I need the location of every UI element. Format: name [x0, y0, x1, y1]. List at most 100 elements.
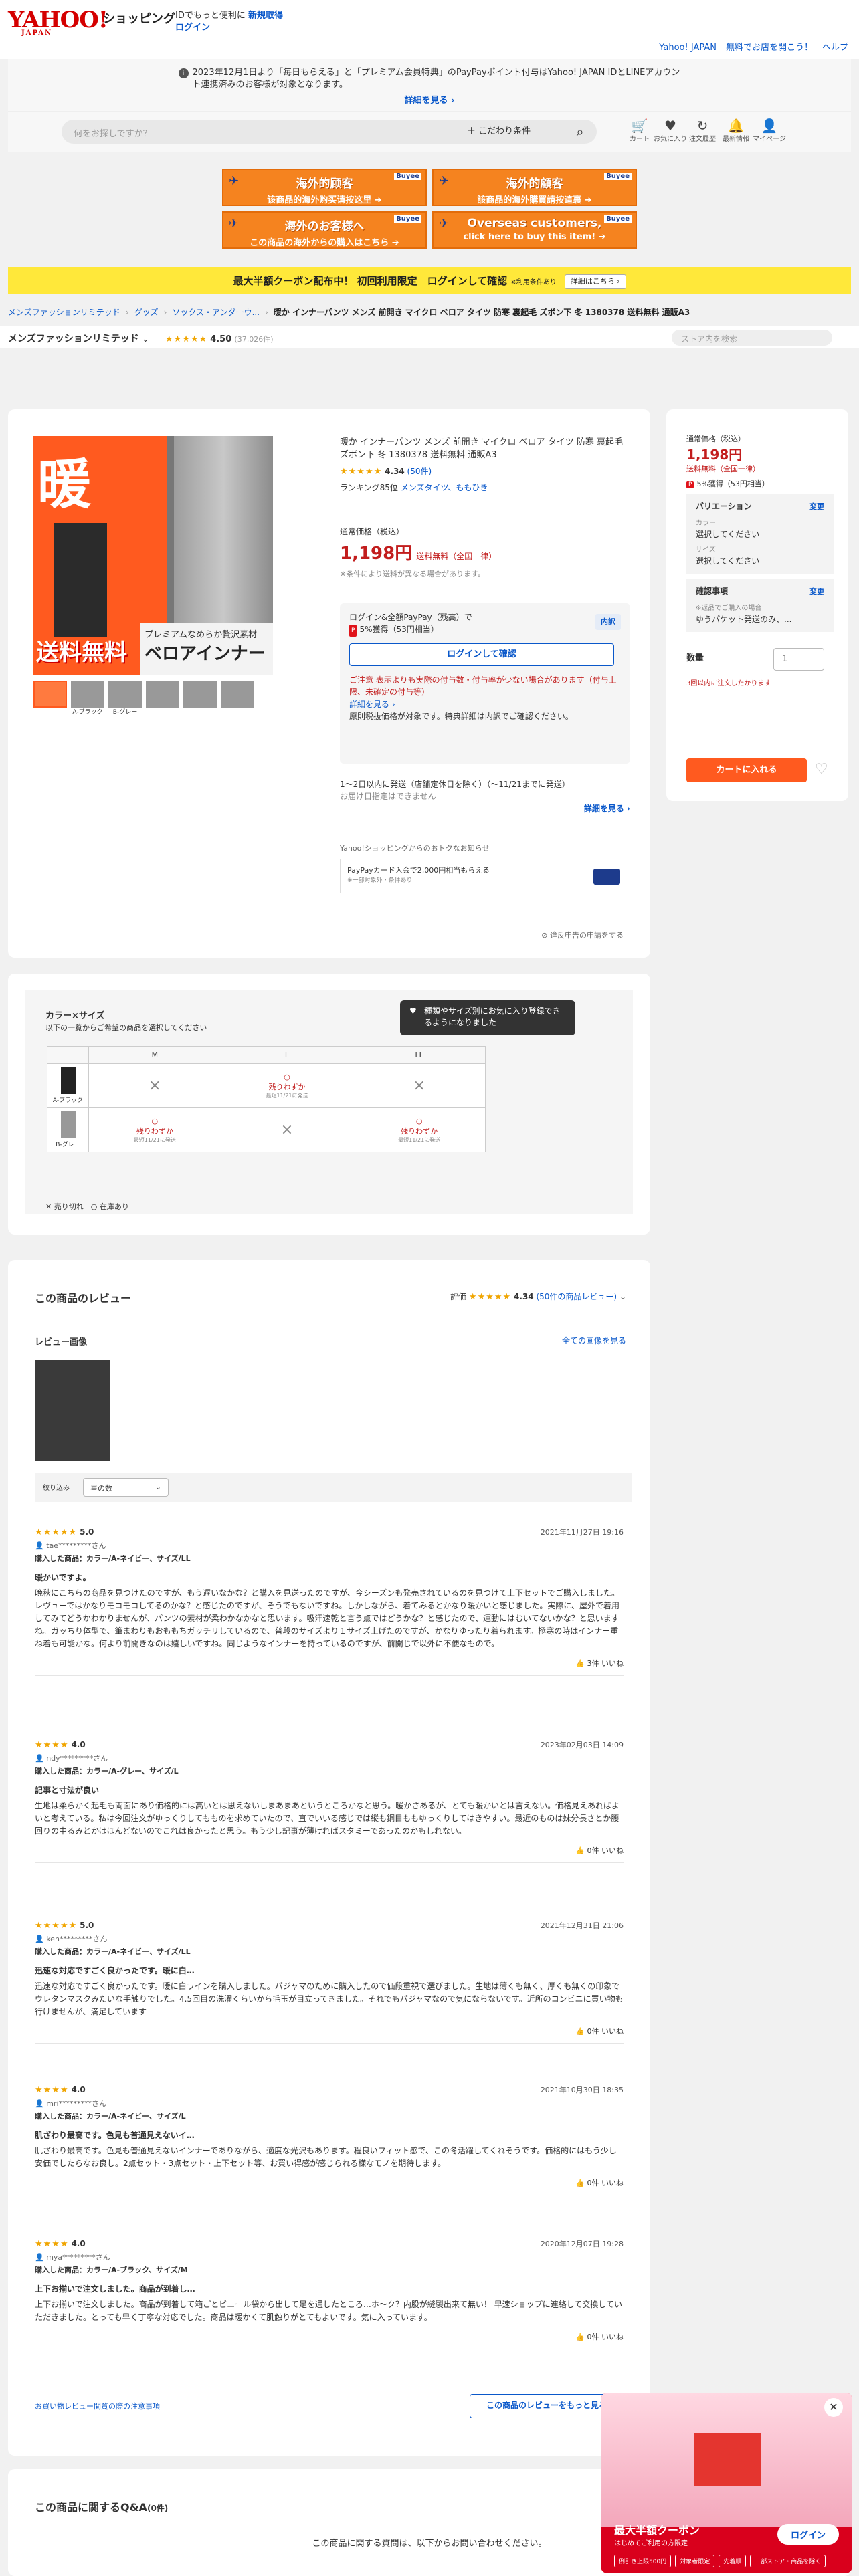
paypay-badge-icon: P — [686, 481, 694, 488]
ship-note: 最短11/21に発送 — [398, 1136, 441, 1143]
store-bar: メンズファッションリミテッド ⌄ ★★★★★ 4.50 (37,026件) ストア… — [0, 326, 859, 348]
like-button[interactable]: 👍 0件 いいね — [35, 2177, 624, 2189]
overseas-banner[interactable]: ✈ Buyee 海外的顾客 该商品的海外购买请按这里 ➔ — [222, 169, 427, 206]
review-user: 👤 tae*********さん — [35, 1541, 106, 1550]
breadcrumb: メンズファッションリミテッド › グッズ › ソックス・アンダーウ... › 暖か インナー… — [8, 306, 851, 318]
reviews-summary[interactable]: 評価 ★★★★★ 4.34 (50件の商品レビュー) ⌄ — [450, 1291, 626, 1302]
close-icon[interactable]: ✕ — [824, 2398, 843, 2417]
search-icon[interactable]: ⌕ — [563, 120, 597, 144]
variation-box[interactable]: バリエーション 変更 カラー 選択してください サイズ 選択してください — [686, 494, 834, 574]
review-image[interactable] — [35, 1360, 110, 1461]
qa-title: この商品に関するQ&A(0件) — [35, 2498, 168, 2514]
thumbnail[interactable] — [183, 681, 217, 708]
chip: 対象者限定 — [675, 2555, 715, 2567]
summary-count[interactable]: (50件の商品レビュー) — [536, 1292, 617, 1301]
coupon-detail-button[interactable]: 詳細はこちら › — [564, 274, 626, 289]
review-score: 5.0 — [80, 1527, 94, 1537]
yahoo-logo[interactable]: YAHOO! JAPAN — [8, 7, 108, 37]
review-title: 記事と寸法が良い — [35, 1786, 100, 1795]
review-body: 晩秋にこちらの商品を見つけたのですが、もう遅いなかな？と購入を見送ったのですが、… — [35, 1588, 619, 1648]
site-name[interactable]: ショッピング — [103, 9, 175, 27]
color-value: 選択してください — [696, 530, 760, 539]
thumbnail[interactable] — [33, 681, 67, 708]
color-row-label: A-ブラック — [47, 1063, 89, 1108]
size-cell[interactable]: ○ 残りわずか 最短11/21に発送 — [88, 1107, 221, 1152]
size-cell[interactable]: ○ 残りわずか 最短11/21に発送 — [353, 1107, 486, 1152]
overseas-banner[interactable]: ✈ Buyee 海外のお客様へ この商品の海外からの購入はこちら ➔ — [222, 211, 427, 249]
plane-icon: ✈ — [229, 174, 240, 188]
qa-count: (0件) — [147, 2504, 169, 2513]
popup-sub: はじめてご利用の方限定 — [614, 2540, 688, 2547]
qa-title-text: この商品に関するQ&A — [35, 2501, 147, 2514]
shipping-info: 1〜2日以内に発送（店舗定休日を除く）（〜11/21までに発送） お届け日指定はで… — [340, 778, 630, 802]
like-count: 3件 いいね — [587, 1659, 624, 1668]
nav-history[interactable]: ↻ 注文履歴 — [684, 118, 721, 143]
nav-label: 最新情報 — [723, 136, 749, 143]
purchase-sidebar: 通常価格（税込） 1,198円 送料無料（全国一律） P 5%獲得（53円相当） … — [666, 409, 848, 801]
variation-header: バリエーション 変更 — [696, 501, 824, 512]
like-button[interactable]: 👍 0件 いいね — [35, 2025, 624, 2038]
notice-more-link[interactable]: 詳細を見る › — [8, 95, 851, 107]
filter-button[interactable]: ＋ こだわり条件 — [467, 120, 531, 144]
like-button[interactable]: 👍 3件 いいね — [35, 1657, 624, 1670]
register-link[interactable]: 新規取得 — [248, 11, 283, 21]
thumbnail[interactable] — [221, 681, 254, 708]
popup-chips: 例引き上限500円 対象者限定 先着順 一部ストア・商品を除く — [614, 2555, 826, 2567]
thumbnail[interactable] — [146, 681, 179, 708]
ranking: ランキング85位 メンズタイツ、ももひき — [340, 481, 488, 493]
store-review-count[interactable]: (37,026件) — [234, 335, 273, 344]
coupon-bar[interactable]: 最大半額クーポン配布中！ 初回利用限定 ログインして確認 ※利用条件あり 詳細はこ… — [8, 267, 851, 294]
header-links: Yahoo! JAPAN 無料でお店を開こう！ ヘルプ — [650, 40, 848, 53]
review-count-link[interactable]: (50件) — [407, 467, 432, 476]
like-button[interactable]: 👍 0件 いいね — [35, 1844, 624, 1857]
product-image[interactable]: 暖 送料無料 プレミアムなめらか贅沢素材 ベロアインナー — [33, 436, 273, 675]
ranking-category-link[interactable]: メンズタイツ、ももひき — [401, 483, 488, 492]
price-block: 通常価格（税込） 1,198円 送料無料（全国一律） ※条件により送料が異なる場合があ… — [340, 526, 496, 579]
review-item: ★★★★ 4.0 2021年10月30日 18:35 👤 mri*********… — [35, 2084, 624, 2195]
caution-more-link[interactable]: 詳細を見る › — [349, 700, 395, 709]
chip: 先着順 — [719, 2555, 747, 2567]
confirm-box[interactable]: 確認事項 変更 ※返品でご購入の場合 ゆうパケット発送のみ、... — [686, 579, 834, 632]
open-store-link[interactable]: 無料でお店を開こう！ — [726, 43, 813, 53]
all-images-link[interactable]: 全ての画像を見る — [562, 1335, 626, 1346]
size-cell[interactable]: ○ 残りわずか 最短11/21に発送 — [220, 1063, 354, 1108]
confirm-change-link[interactable]: 変更 — [809, 586, 824, 597]
add-to-cart-button[interactable]: カートに入れる — [686, 758, 807, 782]
like-button[interactable]: 👍 0件 いいね — [35, 2331, 624, 2343]
overseas-banner[interactable]: ✈ Buyee Overseas customers, click here to b… — [432, 211, 637, 249]
nav-news[interactable]: 🔔 最新情報 — [717, 118, 755, 143]
help-link[interactable]: ヘルプ — [822, 43, 848, 53]
color-size-title: カラー×サイズ — [45, 1011, 105, 1021]
store-rating: 4.50 — [210, 334, 232, 344]
breadcrumb-item[interactable]: ソックス・アンダーウ... — [172, 308, 260, 317]
login-confirm-button[interactable]: ログインして確認 — [349, 643, 614, 666]
nav-mypage[interactable]: 👤 マイページ — [751, 118, 788, 143]
variation-change-link[interactable]: 変更 — [809, 501, 824, 512]
promo-card[interactable]: PayPayカード入会で2,000円相当もらえる ※一部対象外・条件あり — [340, 859, 630, 893]
store-search-input[interactable]: ストア内を検索 — [672, 330, 832, 346]
reviews-title: この商品のレビュー — [35, 1292, 132, 1305]
product-title: 暖か インナーパンツ メンズ 前開き マイクロ ベロア タイツ 防寒 裏起毛 ズ… — [340, 437, 624, 460]
filter-select[interactable]: 星の数 ⌄ — [83, 1478, 169, 1497]
login-link[interactable]: ログイン — [175, 20, 210, 33]
coupon-popup[interactable]: ✕ 最大半額クーポン はじめてご利用の方限定 ログイン 例引き上限500円 対象者… — [601, 2393, 852, 2573]
size-cell: × — [220, 1107, 354, 1152]
chevron-down-icon[interactable]: ⌄ — [142, 334, 149, 344]
overseas-banner[interactable]: ✈ Buyee 海外的顧客 該商品的海外購買請按這裏 ➔ — [432, 169, 637, 206]
qty-input[interactable]: 1 — [773, 648, 824, 671]
favorite-heart-icon[interactable]: ♡ — [815, 761, 828, 778]
thumbnail[interactable]: A-ブラック — [71, 681, 104, 716]
popup-login-button[interactable]: ログイン — [777, 2524, 839, 2545]
ship-more-link[interactable]: 詳細を見る › — [584, 802, 630, 814]
chevron-down-icon[interactable]: ⌄ — [619, 1292, 626, 1301]
review-images-title: レビュー画像 — [35, 1337, 88, 1348]
breadcrumb-item[interactable]: メンズファッションリミテッド — [8, 308, 120, 317]
report-link[interactable]: ⊘ 違反申告の申請をする — [541, 930, 624, 940]
yj-link[interactable]: Yahoo! JAPAN — [659, 43, 717, 53]
breadcrumb-item[interactable]: グッズ — [134, 308, 159, 317]
store-name[interactable]: メンズファッションリミテッド — [8, 334, 139, 344]
thumbnail[interactable]: B-グレー — [108, 681, 142, 716]
breakdown-button[interactable]: 内訳 — [595, 614, 621, 630]
credit-card-icon — [593, 869, 620, 885]
review-guidelines-link[interactable]: お買い物レビュー閲覧の際の注意事項 — [35, 2401, 160, 2411]
